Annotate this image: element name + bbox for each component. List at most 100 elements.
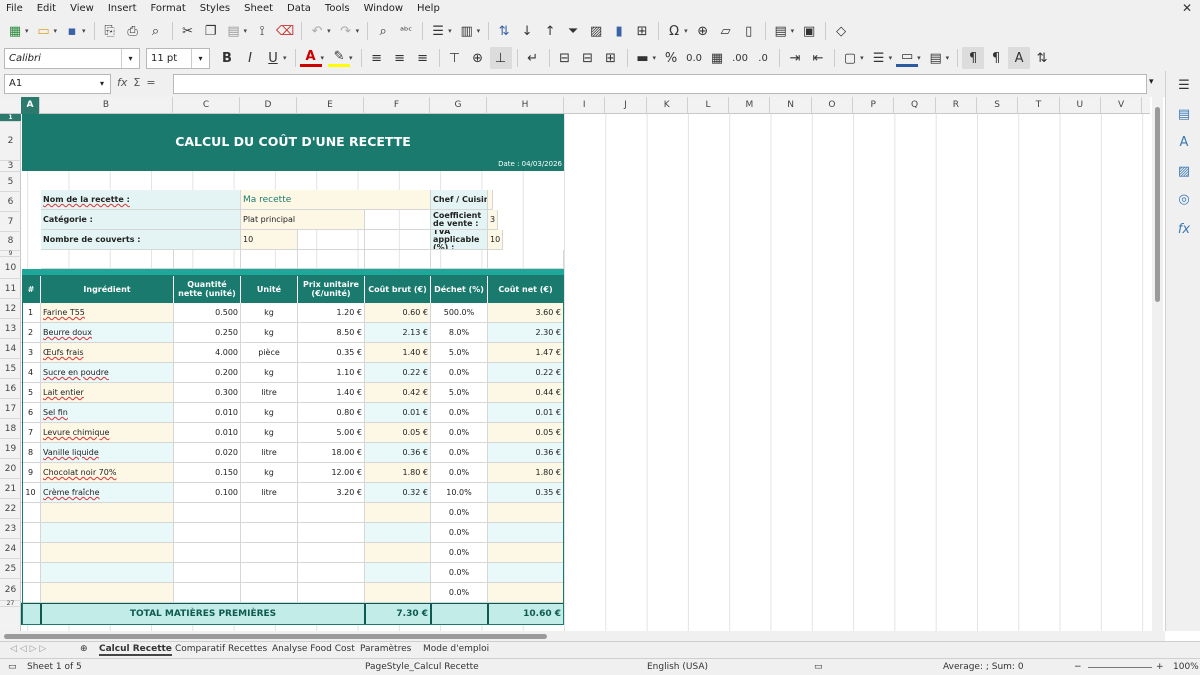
quantity-value[interactable]: 0.250 xyxy=(174,323,241,343)
ingredient-name[interactable]: Vanille liquide xyxy=(41,443,174,463)
menu-window[interactable]: Window xyxy=(358,3,411,14)
net-cost-value[interactable]: 0.22 € xyxy=(488,363,564,383)
gross-cost-value[interactable] xyxy=(365,583,431,603)
text-direction-rtl-icon[interactable]: ¶ xyxy=(985,47,1007,69)
quantity-value[interactable]: 0.300 xyxy=(174,383,241,403)
export-pdf-icon[interactable]: ⎘ xyxy=(99,20,121,42)
unit-price-value[interactable]: 0.80 € xyxy=(298,403,365,423)
table-row-number[interactable]: 7 xyxy=(21,423,41,443)
ingredient-name[interactable] xyxy=(41,543,174,563)
unit-price-value[interactable]: 5.00 € xyxy=(298,423,365,443)
ingredient-name[interactable]: Chocolat noir 70% xyxy=(41,463,174,483)
table-header[interactable]: Quantité nette (unité) xyxy=(174,275,241,303)
row-header[interactable]: 19 xyxy=(0,439,21,459)
comment-icon[interactable]: ▱ xyxy=(715,20,737,42)
spelling-icon[interactable]: ᵃᵇᶜ xyxy=(395,20,417,42)
font-color-icon[interactable]: A xyxy=(299,49,322,67)
quantity-value[interactable]: 0.150 xyxy=(174,463,241,483)
save-icon[interactable]: ▪ xyxy=(61,20,83,42)
unit-value[interactable]: kg xyxy=(241,403,298,423)
selected-cell-a1[interactable] xyxy=(22,114,41,126)
copy-icon[interactable]: ❐ xyxy=(200,20,222,42)
waste-value[interactable]: 0.0% xyxy=(431,443,488,463)
conditional-format-icon[interactable]: ▤ xyxy=(925,47,947,69)
text-direction-ltr-icon[interactable]: ¶ xyxy=(962,47,985,69)
zoom-slider[interactable] xyxy=(1088,667,1152,668)
row-header[interactable]: 27 xyxy=(0,601,21,607)
gross-cost-value[interactable]: 2.13 € xyxy=(365,323,431,343)
scrollbar-thumb[interactable] xyxy=(1155,107,1160,302)
gross-cost-value[interactable] xyxy=(365,523,431,543)
special-character-icon[interactable]: Ω xyxy=(663,20,685,42)
column-header[interactable]: F xyxy=(364,97,430,114)
unit-value[interactable]: kg xyxy=(241,363,298,383)
unit-price-value[interactable]: 3.20 € xyxy=(298,483,365,503)
row-header[interactable]: 24 xyxy=(0,539,21,559)
row-header[interactable]: 13 xyxy=(0,319,21,339)
align-bottom-icon[interactable]: ⊥ xyxy=(489,47,512,69)
quantity-value[interactable]: 0.200 xyxy=(174,363,241,383)
gross-cost-value[interactable]: 0.22 € xyxy=(365,363,431,383)
row-header[interactable]: 18 xyxy=(0,419,21,439)
cell[interactable] xyxy=(298,563,365,583)
row-header[interactable]: 11 xyxy=(0,279,21,299)
cell[interactable] xyxy=(21,543,41,563)
decrease-indent-icon[interactable]: ⇤ xyxy=(807,47,829,69)
cell[interactable] xyxy=(298,230,365,250)
italic-button[interactable]: I xyxy=(239,47,261,69)
currency-format-icon[interactable]: ▬ xyxy=(632,47,654,69)
clear-formatting-icon[interactable]: ⌫ xyxy=(274,20,296,42)
number-format-icon[interactable]: 0.0 xyxy=(683,47,705,69)
row-header[interactable]: 25 xyxy=(0,559,21,579)
paste-icon[interactable]: ▤ xyxy=(223,20,245,42)
row-header[interactable]: 14 xyxy=(0,339,21,359)
waste-value[interactable]: 0.0% xyxy=(431,423,488,443)
tab-calcul-recette[interactable]: Calcul Recette xyxy=(99,644,172,656)
align-middle-icon[interactable]: ⊕ xyxy=(467,47,489,69)
sum-icon[interactable]: Σ xyxy=(133,76,140,89)
waste-value[interactable]: 0.0% xyxy=(431,503,488,523)
table-row-number[interactable]: 5 xyxy=(21,383,41,403)
row-icon[interactable]: ☰ xyxy=(427,20,449,42)
chevron-down-icon[interactable]: ▾ xyxy=(94,75,110,93)
row-header[interactable]: 16 xyxy=(0,379,21,399)
tva-label[interactable]: TVA applicable (%) : xyxy=(431,230,488,250)
quantity-value[interactable]: 0.500 xyxy=(174,303,241,323)
print-icon[interactable]: ⎙ xyxy=(122,20,144,42)
ingredient-name[interactable]: Lait entier xyxy=(41,383,174,403)
waste-value[interactable]: 0.0% xyxy=(431,363,488,383)
menu-file[interactable]: File xyxy=(0,3,31,14)
quantity-value[interactable]: 0.010 xyxy=(174,423,241,443)
cell[interactable] xyxy=(365,210,431,230)
quantity-value[interactable]: 0.020 xyxy=(174,443,241,463)
cell[interactable] xyxy=(241,563,298,583)
cell[interactable] xyxy=(21,583,41,603)
unit-value[interactable]: litre xyxy=(241,483,298,503)
column-header[interactable]: A xyxy=(21,97,40,114)
quantity-value[interactable]: 0.100 xyxy=(174,483,241,503)
border-color-icon[interactable]: ▭ xyxy=(896,49,919,67)
net-cost-value[interactable] xyxy=(488,503,564,523)
function-wizard-icon[interactable]: fx xyxy=(117,76,127,89)
new-document-icon[interactable]: ▦ xyxy=(4,20,26,42)
undo-icon[interactable]: ↶ xyxy=(306,20,328,42)
formula-input[interactable] xyxy=(173,74,1147,94)
menu-view[interactable]: View xyxy=(64,3,102,14)
row-header[interactable]: 8 xyxy=(0,232,21,251)
tab-parametres[interactable]: Paramètres xyxy=(360,644,411,654)
ingredient-name[interactable] xyxy=(41,583,174,603)
table-row-number[interactable]: 1 xyxy=(21,303,41,323)
net-cost-value[interactable]: 2.30 € xyxy=(488,323,564,343)
net-cost-value[interactable] xyxy=(488,583,564,603)
find-replace-icon[interactable]: ⌕ xyxy=(372,20,394,42)
autofilter-icon[interactable]: ⏷ xyxy=(562,20,584,42)
total-label[interactable]: TOTAL MATIÈRES PREMIÈRES xyxy=(41,603,365,625)
table-header[interactable]: Déchet (%) xyxy=(431,275,488,303)
net-cost-value[interactable]: 0.05 € xyxy=(488,423,564,443)
quantity-value[interactable]: 4.000 xyxy=(174,343,241,363)
table-row-number[interactable]: 9 xyxy=(21,463,41,483)
waste-value[interactable]: 10.0% xyxy=(431,483,488,503)
net-cost-value[interactable] xyxy=(488,523,564,543)
ingredient-name[interactable]: Sel fin xyxy=(41,403,174,423)
unit-price-value[interactable]: 1.20 € xyxy=(298,303,365,323)
